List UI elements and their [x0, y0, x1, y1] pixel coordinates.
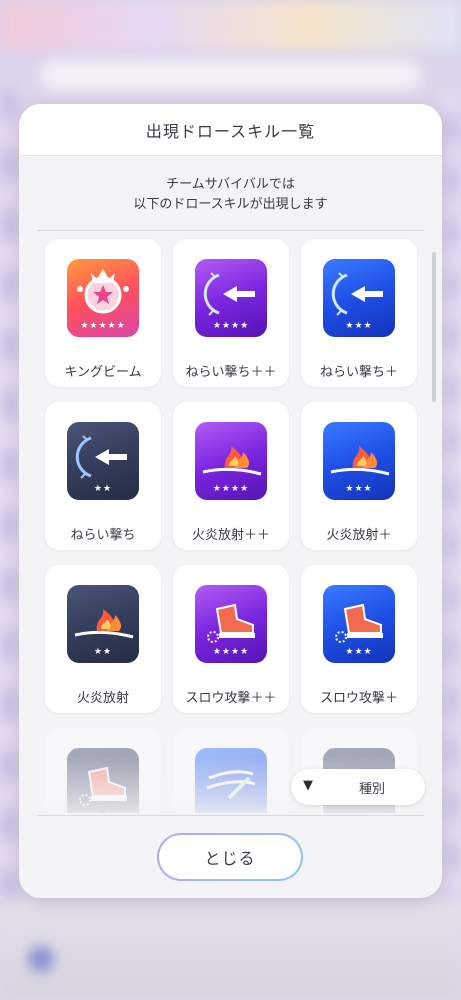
flamethrower-icon: ★★★	[323, 422, 395, 500]
star-rating: ★★★	[345, 484, 373, 494]
king-beam-icon: ★★★★★	[67, 259, 139, 337]
background-footer	[0, 900, 461, 1000]
background-avatar	[28, 946, 54, 972]
close-button-label: とじる	[159, 835, 301, 879]
star-rating: ★★	[93, 484, 113, 494]
dialog-description: チームサバイバルでは 以下のドロースキルが出現します	[19, 156, 442, 215]
flamethrower-icon: ★★★★	[195, 422, 267, 500]
flamethrower-icon: ★★	[67, 585, 139, 663]
dialog-title: 出現ドロースキル一覧	[145, 121, 316, 141]
aimed-shot-icon: ★★★	[323, 259, 395, 337]
skill-name: 火炎放射＋＋	[191, 528, 270, 543]
skill-card-slow-attack-plus-plus[interactable]: ★★★★ スロウ攻撃＋＋	[173, 565, 289, 713]
description-line-1: チームサバイバルでは	[166, 177, 295, 192]
star-rating: ★★	[93, 647, 113, 657]
background-left-strip	[0, 90, 18, 930]
description-line-2: 以下のドロースキルが出現します	[133, 197, 328, 212]
skill-grid[interactable]: ★★★★★ キングビーム ★★★★ ねらい撃ち＋＋ ★★★ ねらい撃ち＋ ★★ …	[19, 231, 442, 813]
footer-divider	[37, 815, 424, 816]
skill-card-aimed-shot[interactable]: ★★ ねらい撃ち	[45, 402, 161, 550]
background-right-strip	[443, 90, 461, 930]
background-bar	[40, 60, 421, 90]
skill-name: スロウ攻撃＋	[319, 691, 398, 706]
skill-name: キングビーム	[64, 365, 142, 380]
skill-card-flamethrower-plus-plus[interactable]: ★★★★ 火炎放射＋＋	[173, 402, 289, 550]
skill-card-aimed-shot-plus[interactable]: ★★★ ねらい撃ち＋	[301, 239, 417, 387]
star-rating: ★★★★	[212, 484, 250, 494]
skill-name: ねらい撃ち＋＋	[185, 365, 277, 380]
skill-name: ねらい撃ち＋	[319, 365, 398, 380]
sort-type-button[interactable]: ▼ 種別	[291, 769, 425, 805]
slow-attack-icon: ★★★★	[195, 585, 267, 663]
sort-label: 種別	[359, 782, 386, 797]
scrollbar[interactable]	[432, 252, 436, 402]
skill-name: ねらい撃ち	[70, 528, 136, 543]
skill-name: 火炎放射＋	[326, 528, 392, 543]
dialog-header: 出現ドロースキル一覧	[19, 104, 442, 156]
skill-list-dialog: 出現ドロースキル一覧 チームサバイバルでは 以下のドロースキルが出現します ★★…	[19, 104, 442, 898]
star-rating: ★★★★★	[80, 321, 126, 331]
star-rating: ★★★★	[212, 321, 250, 331]
skill-card-slow-attack-plus[interactable]: ★★★ スロウ攻撃＋	[301, 565, 417, 713]
triangle-down-icon: ▼	[303, 778, 313, 793]
slow-attack-icon: ★★★	[323, 585, 395, 663]
skill-card-flamethrower[interactable]: ★★ 火炎放射	[45, 565, 161, 713]
aimed-shot-icon: ★★★★	[195, 259, 267, 337]
star-rating: ★★★★	[212, 647, 250, 657]
star-rating: ★★★	[345, 647, 373, 657]
aimed-shot-icon: ★★	[67, 422, 139, 500]
skill-card-king-beam[interactable]: ★★★★★ キングビーム	[45, 239, 161, 387]
skill-name: スロウ攻撃＋＋	[185, 691, 277, 706]
star-rating: ★★★	[345, 321, 373, 331]
skill-card-flamethrower-plus[interactable]: ★★★ 火炎放射＋	[301, 402, 417, 550]
background-header	[0, 0, 461, 50]
skill-card-aimed-shot-plus-plus[interactable]: ★★★★ ねらい撃ち＋＋	[173, 239, 289, 387]
skill-name: 火炎放射	[76, 691, 129, 706]
close-button[interactable]: とじる	[157, 833, 303, 881]
